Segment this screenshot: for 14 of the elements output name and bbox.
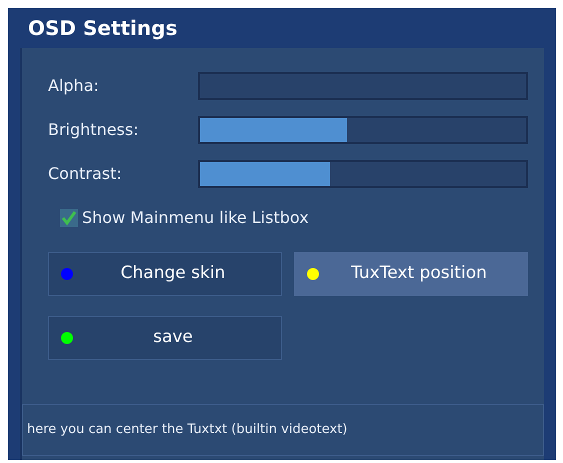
checkbox-label: Show Mainmenu like Listbox [82,207,309,229]
color-key-button[interactable]: TuxText position [294,252,528,296]
check-icon [61,210,77,226]
status-bar: here you can center the Tuxtxt (builtin videotext) [22,404,544,456]
slider-track[interactable] [198,116,528,144]
color-key-button[interactable]: save [48,316,282,360]
slider-label: Brightness: [48,119,140,141]
slider-track[interactable] [198,72,528,100]
color-key-button[interactable]: Change skin [48,252,282,296]
checkbox[interactable] [60,209,78,227]
slider-label: Contrast: [48,163,123,185]
slider-label: Alpha: [48,75,100,97]
window-title: OSD Settings [27,15,178,42]
slider-track[interactable] [198,160,528,188]
